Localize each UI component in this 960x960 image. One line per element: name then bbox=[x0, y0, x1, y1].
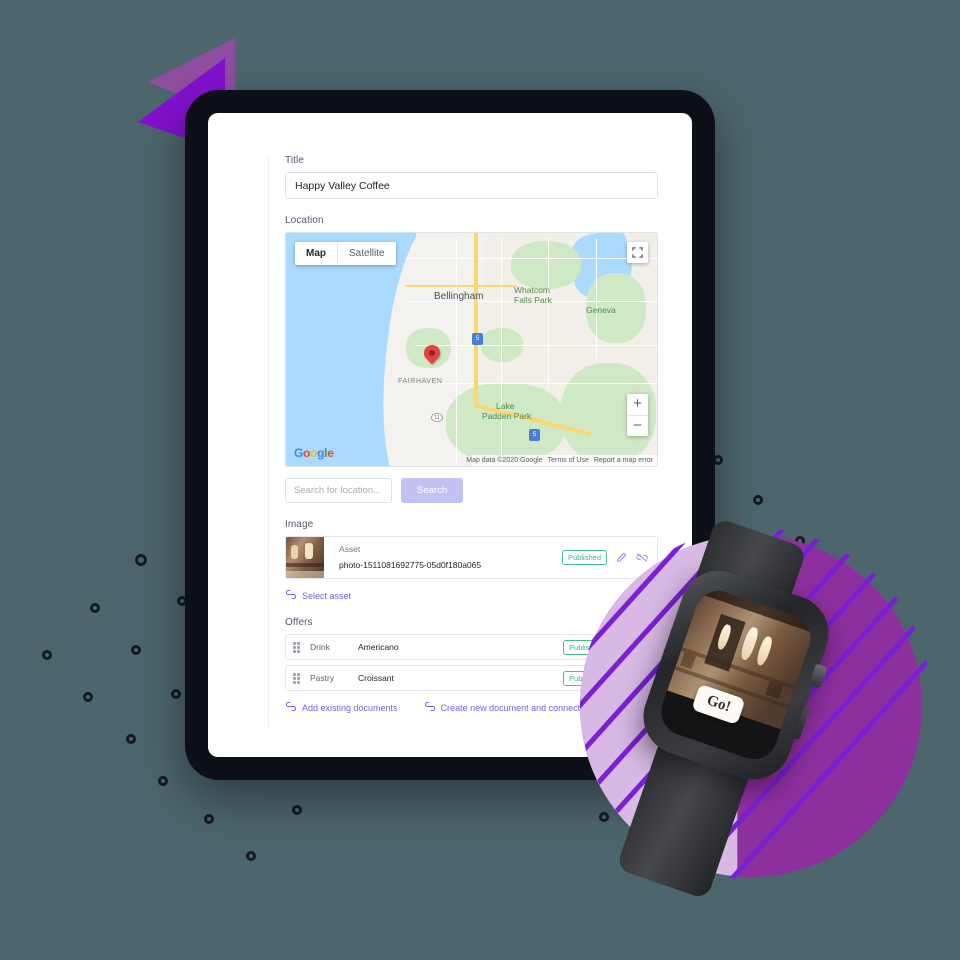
map-road bbox=[501, 239, 502, 464]
map-road bbox=[416, 345, 657, 346]
location-label: Location bbox=[285, 215, 324, 226]
offer-name: Americano bbox=[358, 642, 399, 652]
map-label: Whatcom bbox=[514, 285, 550, 295]
report-error-link[interactable]: Report a map error bbox=[594, 457, 653, 464]
map-type-control[interactable]: Map Satellite bbox=[295, 242, 396, 265]
map-label: Falls Park bbox=[514, 295, 552, 305]
image-label: Image bbox=[285, 519, 314, 530]
fullscreen-icon[interactable] bbox=[627, 242, 648, 263]
route-marker-icon: 11 bbox=[431, 413, 443, 422]
map-type-satellite-button[interactable]: Satellite bbox=[337, 242, 396, 265]
offer-type: Drink bbox=[310, 642, 330, 652]
select-asset-link[interactable]: Select asset bbox=[285, 589, 352, 601]
create-new-document-link[interactable]: Create new document and connect bbox=[424, 701, 581, 713]
map-label: FAIRHAVEN bbox=[398, 378, 443, 385]
select-asset-label: Select asset bbox=[302, 590, 352, 601]
highway-shield-icon: 5 bbox=[529, 429, 540, 441]
background-dot bbox=[246, 851, 256, 861]
background-dot bbox=[90, 603, 100, 613]
map-type-map-button[interactable]: Map bbox=[295, 242, 337, 265]
offer-name: Croissant bbox=[358, 673, 394, 683]
location-search-input[interactable] bbox=[285, 478, 392, 503]
asset-type-label: Asset bbox=[339, 544, 361, 554]
background-dot bbox=[83, 692, 93, 702]
map-road bbox=[436, 383, 657, 384]
watch-crown[interactable] bbox=[808, 663, 828, 689]
map-label: Lake bbox=[496, 401, 515, 411]
asset-filename: photo-1511081692775-05d0f180a065 bbox=[339, 560, 482, 570]
asset-reference-body: Asset photo-1511081692775-05d0f180a065 P… bbox=[324, 537, 657, 578]
asset-link-row: Select asset bbox=[285, 589, 668, 601]
map-highway bbox=[474, 233, 478, 408]
map-label: Bellingham bbox=[434, 291, 484, 302]
title-label: Title bbox=[285, 155, 305, 166]
background-dot bbox=[171, 689, 181, 699]
background-dot bbox=[42, 650, 52, 660]
zoom-in-button[interactable]: + bbox=[627, 394, 648, 415]
link-icon bbox=[285, 589, 297, 601]
map-road bbox=[548, 239, 549, 389]
add-existing-documents-link[interactable]: Add existing documents bbox=[285, 701, 398, 713]
drag-handle[interactable] bbox=[293, 672, 302, 684]
watch-screen: Go! bbox=[654, 584, 818, 766]
smartwatch-device: Go! bbox=[612, 517, 882, 900]
watch-side-button[interactable] bbox=[793, 704, 811, 741]
title-field-group: Title bbox=[285, 155, 668, 199]
location-field-group: Location 5 5 11 Bellingham Whatcom Falls… bbox=[285, 215, 668, 503]
status-badge: Published bbox=[562, 549, 607, 565]
map-label: Geneva bbox=[586, 305, 616, 315]
background-dot bbox=[131, 645, 141, 655]
location-map[interactable]: 5 5 11 Bellingham Whatcom Falls Park Geneva… bbox=[285, 232, 658, 467]
background-dot bbox=[753, 495, 763, 505]
create-new-document-label: Create new document and connect bbox=[440, 702, 581, 713]
location-search-row: Search bbox=[285, 478, 668, 503]
background-dot bbox=[135, 554, 147, 566]
link-icon bbox=[285, 701, 297, 713]
map-highway bbox=[406, 285, 516, 287]
asset-thumbnail bbox=[286, 537, 324, 578]
map-zoom-control[interactable]: + − bbox=[627, 394, 648, 436]
map-road bbox=[596, 239, 597, 359]
title-input[interactable] bbox=[285, 172, 658, 199]
map-green-area bbox=[511, 241, 581, 289]
map-road bbox=[456, 239, 457, 464]
background-dot bbox=[292, 805, 302, 815]
background-dot bbox=[204, 814, 214, 824]
highway-shield-icon: 5 bbox=[472, 333, 483, 345]
terms-of-use-link[interactable]: Terms of Use bbox=[548, 457, 589, 464]
link-icon bbox=[424, 701, 436, 713]
drag-handle[interactable] bbox=[293, 641, 302, 653]
background-dot bbox=[158, 776, 168, 786]
add-existing-documents-label: Add existing documents bbox=[302, 702, 398, 713]
map-attribution: Map data ©2020 Google Terms of Use Repor… bbox=[466, 457, 653, 464]
zoom-out-button[interactable]: − bbox=[627, 415, 648, 436]
google-logo: Google bbox=[294, 446, 334, 460]
map-label: Padden Park bbox=[482, 411, 532, 421]
map-data-text: Map data ©2020 Google bbox=[466, 457, 543, 464]
image-field-group: Image Asset photo-1511081692775-05d0f180… bbox=[285, 519, 668, 601]
location-search-button[interactable]: Search bbox=[401, 478, 464, 503]
offer-type: Pastry bbox=[310, 673, 335, 683]
asset-reference-card[interactable]: Asset photo-1511081692775-05d0f180a065 P… bbox=[285, 536, 658, 579]
background-dot bbox=[126, 734, 136, 744]
map-road bbox=[406, 258, 657, 259]
